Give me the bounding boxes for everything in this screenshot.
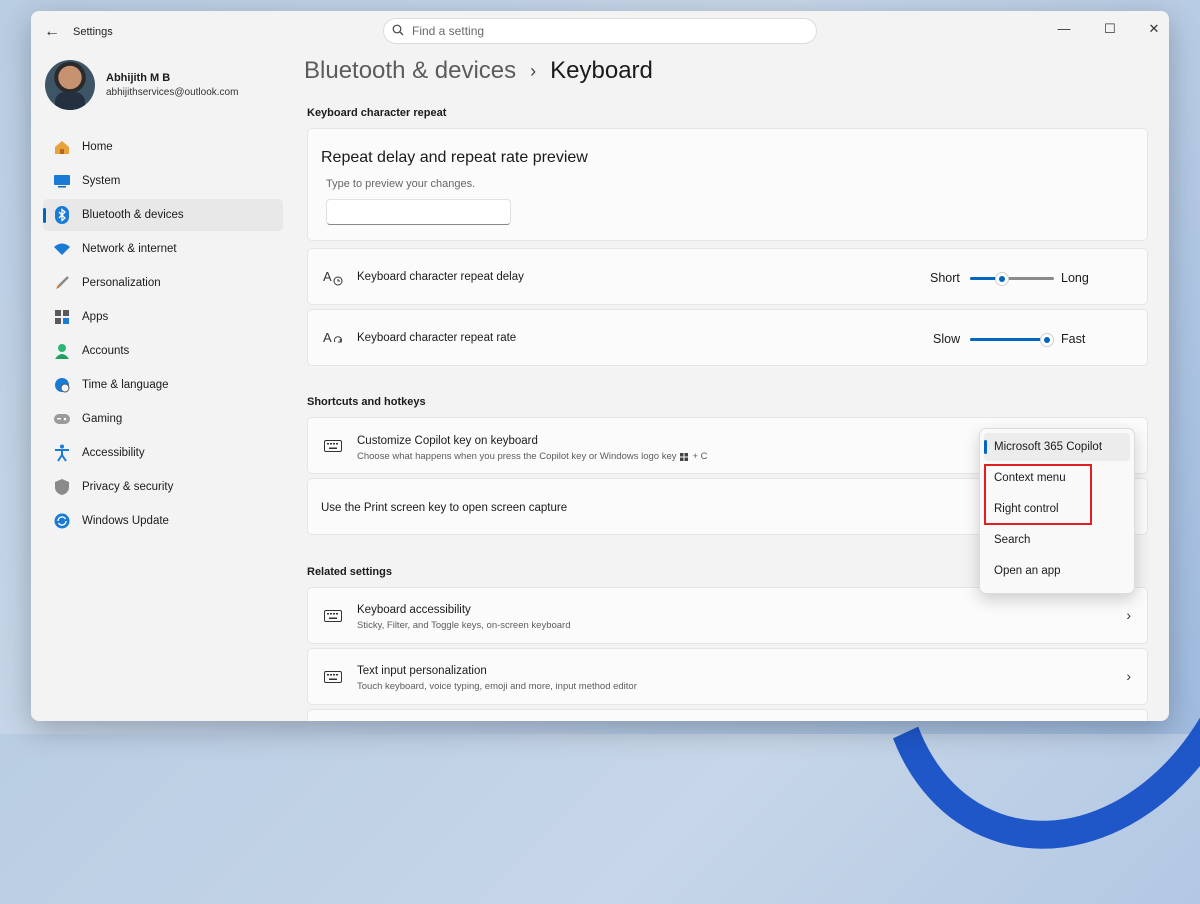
repeat-rate-min-label: Slow xyxy=(933,332,961,346)
wifi-icon xyxy=(53,240,71,258)
preview-hint: Type to preview your changes. xyxy=(326,178,476,190)
sidebar-item-privacy[interactable]: Privacy & security xyxy=(43,471,283,503)
copilot-key-desc-text: Choose what happens when you press the C… xyxy=(357,451,677,462)
repeat-delay-card: A Keyboard character repeat delay Short … xyxy=(307,248,1148,305)
windows-logo-icon xyxy=(680,452,689,461)
related-item-text-input[interactable]: Text input personalization Touch keyboar… xyxy=(307,648,1148,705)
chevron-right-icon: › xyxy=(1126,607,1131,623)
repeat-delay-icon: A xyxy=(322,268,344,288)
sidebar-item-label: Accounts xyxy=(82,345,130,357)
related-item-partial xyxy=(307,709,1148,721)
sidebar-item-label: Home xyxy=(82,141,113,153)
sidebar-item-home[interactable]: Home xyxy=(43,131,283,163)
sidebar-item-gaming[interactable]: Gaming xyxy=(43,403,283,435)
search-box[interactable]: Find a setting xyxy=(383,18,817,44)
app-title: Settings xyxy=(73,26,113,38)
sidebar-item-label: Gaming xyxy=(82,413,123,425)
annotation-highlight-box xyxy=(984,464,1092,525)
copilot-key-label: Customize Copilot key on keyboard xyxy=(357,435,538,447)
page-title: Keyboard xyxy=(550,57,653,84)
keyboard-icon xyxy=(322,436,344,456)
preview-title: Repeat delay and repeat rate preview xyxy=(321,149,588,166)
repeat-preview-card: Repeat delay and repeat rate preview Typ… xyxy=(307,128,1148,241)
sidebar-item-label: Windows Update xyxy=(82,515,169,527)
user-profile[interactable]: Abhijith M B abhijithservices@outlook.co… xyxy=(45,59,238,111)
repeat-rate-max-label: Fast xyxy=(1061,332,1086,346)
repeat-rate-slider[interactable] xyxy=(970,332,1054,348)
breadcrumb-parent[interactable]: Bluetooth & devices xyxy=(304,57,516,85)
slider-thumb[interactable] xyxy=(994,272,1009,286)
globe-clock-icon xyxy=(53,376,71,394)
sidebar-item-label: System xyxy=(82,175,121,187)
user-email: abhijithservices@outlook.com xyxy=(106,87,239,98)
related-item-desc: Sticky, Filter, and Toggle keys, on-scre… xyxy=(357,620,571,631)
sidebar-item-windows-update[interactable]: Windows Update xyxy=(43,505,283,537)
user-name: Abhijith M B xyxy=(106,72,171,84)
sidebar-item-personalization[interactable]: Personalization xyxy=(43,267,283,299)
repeat-rate-label: Keyboard character repeat rate xyxy=(357,332,517,344)
home-icon xyxy=(53,138,71,156)
sidebar-nav: Home System Bluetooth & devices Network … xyxy=(43,131,283,539)
print-screen-label: Use the Print screen key to open screen … xyxy=(321,502,568,514)
back-arrow-icon[interactable]: ← xyxy=(41,23,63,41)
update-icon xyxy=(53,512,71,530)
apps-icon xyxy=(53,308,71,326)
sidebar-item-label: Privacy & security xyxy=(82,481,174,493)
minimize-icon[interactable]: — xyxy=(1049,17,1079,41)
search-icon xyxy=(384,24,412,39)
copilot-key-desc: Choose what happens when you press the C… xyxy=(357,451,708,462)
related-item-label: Text input personalization xyxy=(357,665,487,677)
related-item-label: Keyboard accessibility xyxy=(357,604,471,616)
section-title-related: Related settings xyxy=(307,566,392,578)
breadcrumb-separator: › xyxy=(530,60,537,81)
system-icon xyxy=(53,172,71,190)
dropdown-option-open-an-app[interactable]: Open an app xyxy=(984,557,1130,585)
sidebar-item-system[interactable]: System xyxy=(43,165,283,197)
related-item-desc: Touch keyboard, voice typing, emoji and … xyxy=(357,681,637,692)
sidebar-item-label: Personalization xyxy=(82,277,161,289)
repeat-rate-card: A Keyboard character repeat rate Slow Fa… xyxy=(307,309,1148,366)
avatar xyxy=(45,60,95,110)
sidebar-item-label: Network & internet xyxy=(82,243,177,255)
repeat-delay-slider[interactable] xyxy=(970,271,1054,287)
repeat-rate-icon: A xyxy=(322,329,344,349)
section-title-repeat: Keyboard character repeat xyxy=(307,107,447,119)
repeat-delay-min-label: Short xyxy=(930,271,960,285)
sidebar-item-accessibility[interactable]: Accessibility xyxy=(43,437,283,469)
sidebar-item-time-language[interactable]: Time & language xyxy=(43,369,283,401)
sidebar-item-network[interactable]: Network & internet xyxy=(43,233,283,265)
search-placeholder: Find a setting xyxy=(412,24,485,38)
settings-window: ← Settings Find a setting — ☐ ✕ Abhijith… xyxy=(31,11,1169,721)
sidebar-item-label: Bluetooth & devices xyxy=(82,209,184,221)
shield-icon xyxy=(53,478,71,496)
accounts-icon xyxy=(53,342,71,360)
slider-thumb[interactable] xyxy=(1040,333,1054,347)
breadcrumb: Bluetooth & devices › Keyboard xyxy=(304,57,653,85)
repeat-delay-max-label: Long xyxy=(1061,271,1089,285)
repeat-delay-label: Keyboard character repeat delay xyxy=(357,271,524,283)
sidebar-item-label: Accessibility xyxy=(82,447,145,459)
keyboard-icon xyxy=(322,606,344,626)
related-item-keyboard-accessibility[interactable]: Keyboard accessibility Sticky, Filter, a… xyxy=(307,587,1148,644)
dropdown-option-microsoft-365-copilot[interactable]: Microsoft 365 Copilot xyxy=(984,433,1130,461)
copilot-key-desc-suffix: + C xyxy=(692,451,708,462)
sidebar-item-bluetooth[interactable]: Bluetooth & devices xyxy=(43,199,283,231)
bluetooth-icon xyxy=(53,206,71,224)
chevron-right-icon: › xyxy=(1126,668,1131,684)
keyboard-icon xyxy=(322,667,344,687)
sidebar-item-label: Time & language xyxy=(82,379,169,391)
sidebar-item-label: Apps xyxy=(82,311,109,323)
section-title-shortcuts: Shortcuts and hotkeys xyxy=(307,396,426,408)
brush-icon xyxy=(53,274,71,292)
gamepad-icon xyxy=(53,410,71,428)
svg-text:A: A xyxy=(323,269,332,284)
close-icon[interactable]: ✕ xyxy=(1139,17,1169,41)
svg-text:A: A xyxy=(323,330,332,345)
preview-input[interactable] xyxy=(326,199,511,225)
dropdown-option-search[interactable]: Search xyxy=(984,526,1130,554)
sidebar-item-accounts[interactable]: Accounts xyxy=(43,335,283,367)
accessibility-icon xyxy=(53,444,71,462)
sidebar-item-apps[interactable]: Apps xyxy=(43,301,283,333)
maximize-icon[interactable]: ☐ xyxy=(1095,17,1125,41)
